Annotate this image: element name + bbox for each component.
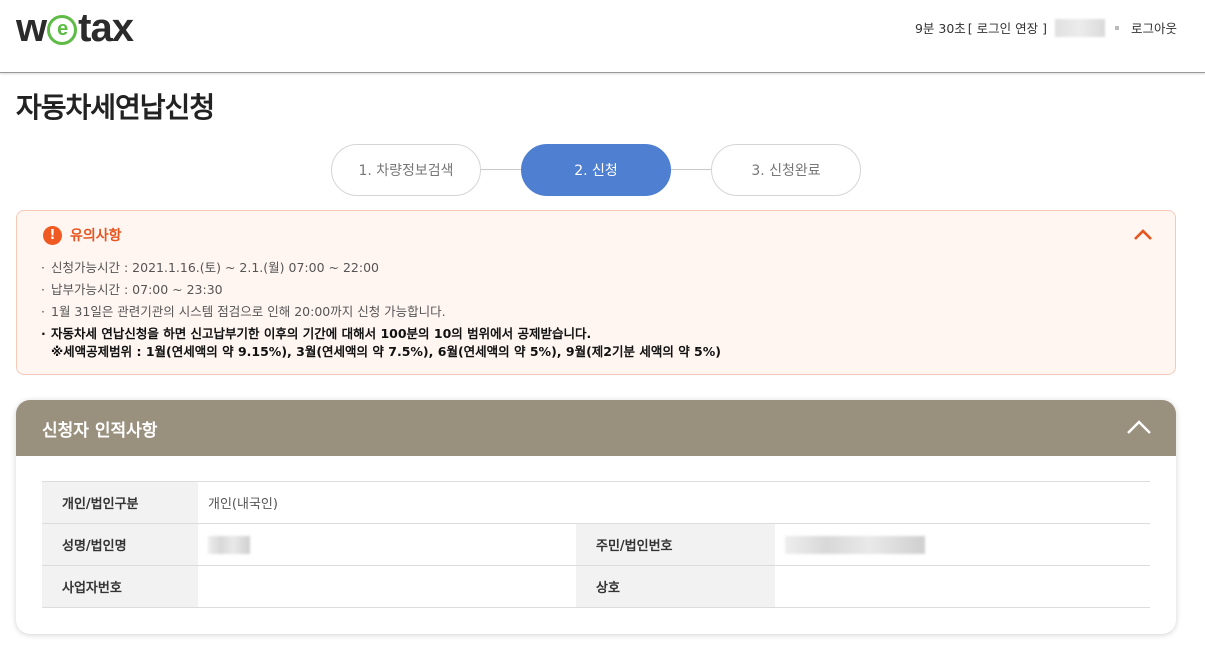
table-row: 성명/법인명 주민/법인번호 [42,523,1150,566]
notice-header: ! 유의사항 [43,225,122,245]
applicant-info-table: 개인/법인구분 개인(내국인) 성명/법인명 주민/법인번호 사업자번호 상호 [42,481,1150,608]
notice-item-strong: 자동차세 연납신청을 하면 신고납부기한 이후의 기간에 대해서 100분의 1… [41,325,721,361]
step-connector [670,169,712,170]
login-extend-link[interactable]: [ 로그인 연장 ] [968,18,1047,37]
logo-e-icon: e [47,15,78,45]
exclamation-icon: ! [43,225,62,245]
type-label: 개인/법인구분 [42,481,198,524]
step-connector [480,169,522,170]
progress-stepper: 1. 차량정보검색 2. 신청 3. 신청완료 [331,144,861,196]
table-row: 사업자번호 상호 [42,565,1150,608]
applicant-collapse-chevron-up-icon[interactable] [1124,416,1154,438]
step-complete: 3. 신청완료 [711,144,861,196]
id-masked [785,535,925,554]
notice-title: 유의사항 [70,228,122,244]
notice-box: ! 유의사항 신청가능시간 : 2021.1.16.(토) ~ 2.1.(월) … [16,210,1176,375]
logo-text-right: tax [78,5,134,50]
step-vehicle-search: 1. 차량정보검색 [331,144,481,196]
session-info: 9분 30초 [ 로그인 연장 ] 로그아웃 [915,18,1177,37]
id-label: 주민/법인번호 [576,523,775,566]
session-timer: 9분 30초 [914,21,966,36]
applicant-panel-header: 신청자 인적사항 [16,400,1176,456]
notice-item: 1월 31일은 관련기관의 시스템 점검으로 인해 20:00까지 신청 가능합… [41,301,721,323]
type-value: 개인(내국인) [198,481,1150,524]
page-title: 자동차세연납신청 [16,91,215,124]
notice-collapse-chevron-up-icon[interactable] [1131,225,1155,245]
name-masked [208,535,250,554]
notice-item: 신청가능시간 : 2021.1.16.(토) ~ 2.1.(월) 07:00 ~… [41,257,721,279]
notice-list: 신청가능시간 : 2021.1.16.(토) ~ 2.1.(월) 07:00 ~… [41,257,721,361]
wetax-logo[interactable]: w e tax [16,5,134,50]
bizno-label: 사업자번호 [42,565,198,608]
user-name-masked [1054,18,1105,37]
notice-item: 납부가능시간 : 07:00 ~ 23:30 [41,279,721,301]
company-label: 상호 [576,565,775,608]
applicant-panel: 신청자 인적사항 개인/법인구분 개인(내국인) 성명/법인명 주민/법인번호 … [16,400,1176,634]
logo-text-left: w [16,5,47,50]
step-apply: 2. 신청 [521,144,671,196]
bizno-value [198,565,576,608]
separator-dot [1114,25,1119,30]
notice-strong-sub: ※세액공제범위 : 1월(연세액의 약 9.15%), 3월(연세액의 약 7.… [51,344,721,359]
name-value [198,523,576,566]
applicant-panel-title: 신청자 인적사항 [42,421,158,441]
logout-link[interactable]: 로그아웃 [1131,18,1177,37]
notice-strong-text: 자동차세 연납신청을 하면 신고납부기한 이후의 기간에 대해서 100분의 1… [51,326,592,341]
id-value [775,523,1150,566]
table-row: 개인/법인구분 개인(내국인) [42,481,1150,524]
company-value [775,565,1150,608]
name-label: 성명/법인명 [42,523,198,566]
site-header: w e tax 9분 30초 [ 로그인 연장 ] 로그아웃 [0,0,1205,73]
